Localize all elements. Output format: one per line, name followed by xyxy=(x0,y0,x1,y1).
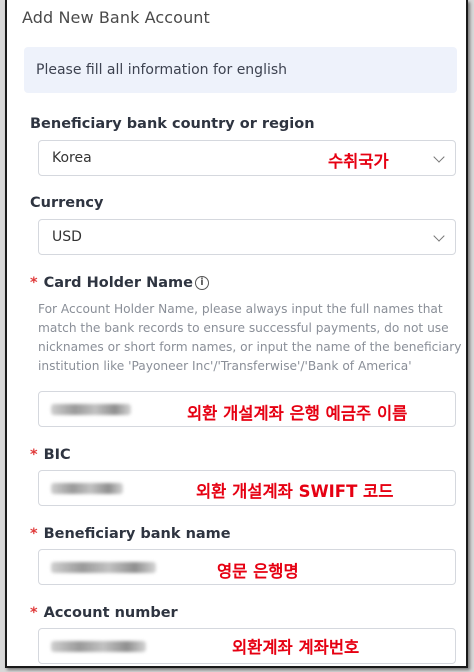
bic-label-text: BIC xyxy=(43,447,71,463)
currency-label-text: Currency xyxy=(30,195,104,211)
info-icon[interactable]: i xyxy=(194,276,209,290)
bic-annotation: 외환 개설계좌 SWIFT 코드 xyxy=(196,482,394,501)
redacted-value xyxy=(51,562,156,573)
dialog-title: Add New Bank Account xyxy=(22,8,210,27)
chevron-down-icon xyxy=(433,230,445,242)
required-marker: * xyxy=(30,275,38,291)
required-marker: * xyxy=(30,526,38,542)
account-number-annotation: 외환계좌 계좌번호 xyxy=(232,638,360,657)
country-label-text: Beneficiary bank country or region xyxy=(30,116,315,132)
bic-label: * BIC xyxy=(30,447,71,463)
holder-label: * Card Holder Name i xyxy=(30,275,209,291)
currency-label: Currency xyxy=(30,195,103,211)
country-annotation: 수취국가 xyxy=(328,152,389,171)
redacted-value xyxy=(51,404,131,415)
notice-text: Please fill all information for english xyxy=(36,62,288,78)
country-select[interactable]: Korea xyxy=(38,140,456,176)
holder-annotation: 외환 개설계좌 은행 예금주 이름 xyxy=(187,404,408,423)
holder-helper-text: For Account Holder Name, please always i… xyxy=(38,302,462,373)
account-number-label-text: Account number xyxy=(43,605,178,621)
country-label: Beneficiary bank country or region xyxy=(30,116,315,132)
currency-select[interactable]: USD xyxy=(38,219,456,255)
add-bank-account-dialog: Add New Bank Account Please fill all inf… xyxy=(5,0,468,668)
required-marker: * xyxy=(30,447,38,463)
redacted-value xyxy=(51,641,146,652)
required-marker: * xyxy=(30,605,38,621)
country-value: Korea xyxy=(52,150,92,166)
bank-name-annotation: 영문 은행명 xyxy=(217,562,299,581)
bank-name-label: * Beneficiary bank name xyxy=(30,526,231,542)
redacted-value xyxy=(51,483,123,494)
account-number-label: * Account number xyxy=(30,605,178,621)
bank-name-label-text: Beneficiary bank name xyxy=(43,526,231,542)
chevron-down-icon xyxy=(433,151,445,163)
currency-value: USD xyxy=(52,229,82,245)
holder-label-text: Card Holder Name xyxy=(43,275,193,291)
notice-box: Please fill all information for english xyxy=(24,47,457,93)
